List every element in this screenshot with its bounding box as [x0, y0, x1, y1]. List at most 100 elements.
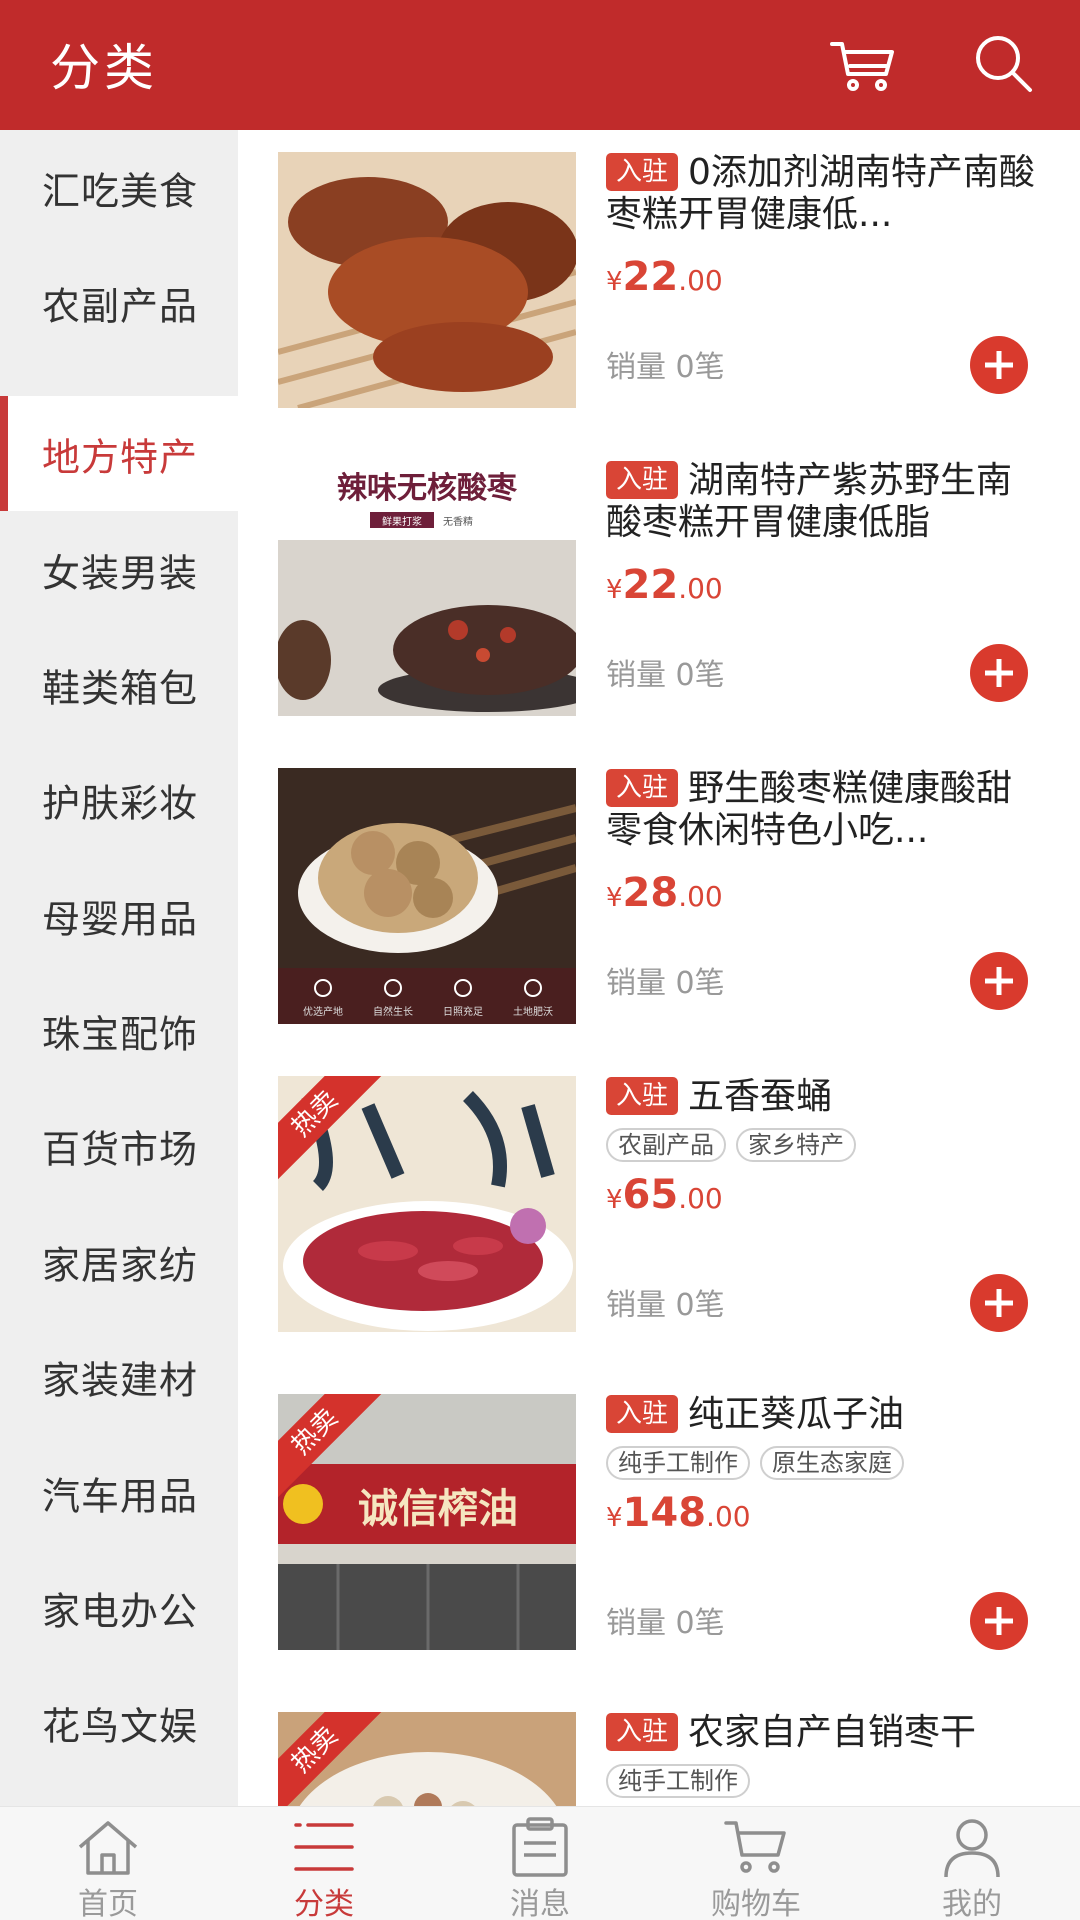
sidebar-item-label: 花鸟文娱 [42, 1704, 199, 1748]
sidebar-item-10[interactable]: 家装建材 [0, 1319, 238, 1434]
product-tag: 纯手工制作 [606, 1446, 750, 1480]
price-decimal: .00 [678, 1182, 723, 1215]
sales-count: 销量 0笔 [606, 350, 725, 385]
settled-badge: 入驻 [606, 1077, 679, 1115]
settled-badge: 入驻 [606, 153, 679, 191]
product-name[interactable]: 入驻 纯正葵瓜子油 [606, 1394, 1046, 1436]
product-price: ¥148.00 [606, 1490, 1046, 1536]
price-decimal: .00 [678, 572, 723, 605]
product-image[interactable] [278, 152, 576, 408]
sidebar-item-label: 汽车用品 [42, 1474, 199, 1518]
add-to-cart-button[interactable] [970, 1592, 1028, 1650]
product-card[interactable]: 诚信榨油 热卖 入驻 纯正葵瓜子油 纯手工制作 原生态家庭 ¥148.00 销量 0… [238, 1372, 1080, 1672]
product-tag: 纯手工制作 [606, 1764, 750, 1798]
top-app-bar: 分类 [0, 0, 1080, 130]
product-card[interactable]: 辣味无核酸枣 鲜果打浆 无香精 入驻 湖南特产紫苏野生南酸枣糕开胃健康低脂 ¥22… [238, 438, 1080, 738]
sidebar-item-4[interactable]: 鞋类箱包 [0, 627, 238, 742]
sidebar-item-5[interactable]: 护肤彩妆 [0, 742, 238, 857]
add-to-cart-button[interactable] [970, 1274, 1028, 1332]
sidebar-item-8[interactable]: 百货市场 [0, 1088, 238, 1203]
sales-count: 销量 0笔 [606, 966, 725, 1001]
image-sign-text: 诚信榨油 [358, 1486, 518, 1532]
cart-icon[interactable] [826, 28, 898, 100]
product-price: ¥22.00 [606, 254, 1046, 300]
sidebar-item-12[interactable]: 家电办公 [0, 1550, 238, 1665]
tab-cart[interactable]: 购物车 [648, 1807, 864, 1920]
sales-count: 销量 0笔 [606, 658, 725, 693]
product-card[interactable]: 入驻 0添加剂湖南特产南酸枣糕开胃健康低... ¥22.00 销量 0笔 [238, 130, 1080, 430]
sidebar-item-13[interactable]: 花鸟文娱 [0, 1665, 238, 1780]
add-to-cart-button[interactable] [970, 644, 1028, 702]
tab-home[interactable]: 首页 [0, 1807, 216, 1920]
image-icon-label: 自然生长 [373, 1005, 413, 1018]
product-info: 入驻 湖南特产紫苏野生南酸枣糕开胃健康低脂 ¥22.00 [606, 460, 1046, 608]
product-price: ¥22.00 [606, 562, 1046, 608]
product-list: 入驻 0添加剂湖南特产南酸枣糕开胃健康低... ¥22.00 销量 0笔 辣味无核… [238, 130, 1080, 1806]
product-image[interactable]: 辣味无核酸枣 鲜果打浆 无香精 [278, 460, 576, 716]
search-icon[interactable] [968, 28, 1040, 100]
sidebar-item-label: 百货市场 [42, 1127, 199, 1171]
product-name[interactable]: 入驻 农家自产自销枣干 [606, 1712, 1046, 1754]
price-integer: 65 [622, 1172, 679, 1218]
sidebar-item-label: 汇吃美食 [42, 169, 199, 213]
product-image[interactable]: 诚信榨油 热卖 [278, 1394, 576, 1650]
image-sub2-text: 无香精 [443, 515, 473, 528]
page-title: 分类 [50, 39, 158, 97]
product-card[interactable]: 热卖 入驻 农家自产自销枣干 纯手工制作 [238, 1690, 1080, 1806]
sidebar-item-label: 家电办公 [42, 1589, 199, 1633]
sidebar-item-label: 女装男装 [42, 551, 199, 595]
price-currency: ¥ [606, 267, 623, 297]
sidebar-item-label: 家居家纺 [42, 1243, 199, 1287]
product-image[interactable]: 优选产地 自然生长 日照充足 土地肥沃 [278, 768, 576, 1024]
sidebar-item-label: 地方特产 [42, 435, 199, 479]
price-integer: 22 [622, 254, 679, 300]
add-to-cart-button[interactable] [970, 952, 1028, 1010]
product-name-text: 农家自产自销枣干 [688, 1712, 977, 1753]
tab-message[interactable]: 消息 [432, 1807, 648, 1920]
product-name[interactable]: 入驻 五香蚕蛹 [606, 1076, 1046, 1118]
sidebar-item-2[interactable]: 地方特产 [0, 396, 238, 511]
product-info: 入驻 农家自产自销枣干 纯手工制作 [606, 1712, 1046, 1800]
tab-label: 购物车 [711, 1887, 801, 1920]
product-tag: 农副产品 [606, 1128, 726, 1162]
tab-category[interactable]: 分类 [216, 1807, 432, 1920]
sales-count: 销量 0笔 [606, 1606, 725, 1641]
price-currency: ¥ [606, 1503, 623, 1533]
sidebar-item-7[interactable]: 珠宝配饰 [0, 973, 238, 1088]
sales-count: 销量 0笔 [606, 1288, 725, 1323]
product-image[interactable]: 热卖 [278, 1712, 576, 1806]
add-to-cart-button[interactable] [970, 336, 1028, 394]
price-integer: 22 [622, 562, 679, 608]
settled-badge: 入驻 [606, 769, 679, 807]
product-name[interactable]: 入驻 湖南特产紫苏野生南酸枣糕开胃健康低脂 [606, 460, 1046, 544]
sidebar-item-9[interactable]: 家居家纺 [0, 1204, 238, 1319]
tag-list: 纯手工制作 原生态家庭 [606, 1446, 1046, 1482]
sidebar-item-3[interactable]: 女装男装 [0, 512, 238, 627]
settled-badge: 入驻 [606, 461, 679, 499]
sidebar-item-1[interactable]: 农副产品 [0, 245, 238, 360]
settled-badge: 入驻 [606, 1395, 679, 1433]
bottom-tab-bar: 首页 分类 消息 购物车 我的 [0, 1806, 1080, 1920]
sidebar-item-label: 母婴用品 [42, 897, 199, 941]
product-name-text: 纯正葵瓜子油 [688, 1394, 905, 1435]
product-card[interactable]: 热卖 入驻 五香蚕蛹 农副产品 家乡特产 ¥65.00 销量 0笔 [238, 1054, 1080, 1354]
tab-profile[interactable]: 我的 [864, 1807, 1080, 1920]
tab-label: 分类 [294, 1887, 354, 1920]
price-currency: ¥ [606, 575, 623, 605]
category-list-icon [294, 1823, 354, 1871]
tab-label: 首页 [78, 1887, 138, 1920]
product-price: ¥28.00 [606, 870, 1046, 916]
sidebar-item-label: 农副产品 [42, 284, 199, 328]
sidebar-item-0[interactable]: 汇吃美食 [0, 130, 238, 245]
sidebar-item-6[interactable]: 母婴用品 [0, 858, 238, 973]
tab-label: 消息 [510, 1887, 570, 1920]
price-currency: ¥ [606, 1185, 623, 1215]
tag-list: 农副产品 家乡特产 [606, 1128, 1046, 1164]
image-icon-label: 优选产地 [303, 1005, 343, 1018]
product-card[interactable]: 优选产地 自然生长 日照充足 土地肥沃 入驻 野生酸枣糕健康酸甜零食休闲特色小吃.… [238, 746, 1080, 1046]
category-sidebar: 汇吃美食 农副产品 地方特产 女装男装 鞋类箱包 护肤彩妆 母婴用品 珠宝配饰 … [0, 130, 238, 1806]
product-name[interactable]: 入驻 0添加剂湖南特产南酸枣糕开胃健康低... [606, 152, 1046, 236]
product-image[interactable]: 热卖 [278, 1076, 576, 1332]
product-name[interactable]: 入驻 野生酸枣糕健康酸甜零食休闲特色小吃... [606, 768, 1046, 852]
sidebar-item-11[interactable]: 汽车用品 [0, 1435, 238, 1550]
